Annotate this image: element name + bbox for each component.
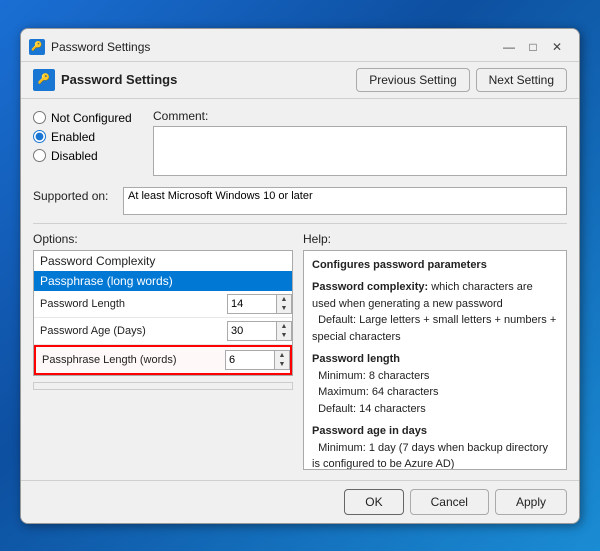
next-setting-button[interactable]: Next Setting: [476, 68, 567, 92]
not-configured-label: Not Configured: [51, 111, 132, 125]
help-age-title: Password age in days: [312, 423, 558, 440]
header-left: 🔑 Password Settings: [33, 69, 177, 91]
not-configured-option[interactable]: Not Configured: [33, 111, 143, 125]
supported-row: Supported on: At least Microsoft Windows…: [33, 187, 567, 215]
options-label: Options:: [33, 232, 293, 246]
password-length-input-wrap: ▲ ▼: [227, 294, 292, 314]
passphrase-length-down[interactable]: ▼: [275, 360, 289, 369]
divider: [33, 223, 567, 224]
help-title: Configures password parameters: [312, 257, 558, 274]
password-age-spinner: ▲ ▼: [277, 321, 292, 341]
minimize-button[interactable]: —: [499, 37, 519, 57]
options-scrollbar[interactable]: [33, 382, 293, 390]
header-buttons: Previous Setting Next Setting: [356, 68, 567, 92]
password-length-down[interactable]: ▼: [277, 304, 291, 313]
close-button[interactable]: ✕: [547, 37, 567, 57]
main-window: 🔑 Password Settings — □ ✕ 🔑 Password Set…: [20, 28, 580, 524]
title-bar-left: 🔑 Password Settings: [29, 39, 150, 55]
password-age-input-wrap: ▲ ▼: [227, 321, 292, 341]
enabled-radio[interactable]: [33, 130, 46, 143]
bottom-section: Options: Password Complexity Passphrase …: [33, 232, 567, 470]
password-age-row: Password Age (Days) ▲ ▼: [34, 318, 292, 345]
disabled-option[interactable]: Disabled: [33, 149, 143, 163]
password-length-up[interactable]: ▲: [277, 295, 291, 304]
help-section-length: Password length Minimum: 8 characters Ma…: [312, 351, 558, 417]
password-age-input[interactable]: [227, 321, 277, 341]
main-content: Not Configured Enabled Disabled Comment:…: [21, 99, 579, 480]
header-title: Password Settings: [61, 72, 177, 87]
window-icon: 🔑: [29, 39, 45, 55]
comment-label: Comment:: [153, 109, 567, 123]
disabled-radio[interactable]: [33, 149, 46, 162]
help-section-age: Password age in days Minimum: 1 day (7 d…: [312, 423, 558, 470]
passphrase-length-input[interactable]: [225, 350, 275, 370]
bottom-bar: OK Cancel Apply: [21, 480, 579, 523]
list-item[interactable]: Password Complexity: [34, 251, 292, 271]
supported-label: Supported on:: [33, 187, 115, 203]
header-icon: 🔑: [33, 69, 55, 91]
title-controls: — □ ✕: [499, 37, 567, 57]
passphrase-length-row: Passphrase Length (words) ▲ ▼: [34, 345, 292, 375]
apply-button[interactable]: Apply: [495, 489, 567, 515]
disabled-label: Disabled: [51, 149, 98, 163]
password-age-label: Password Age (Days): [34, 325, 227, 337]
passphrase-length-label: Passphrase Length (words): [36, 354, 225, 366]
password-length-row: Password Length ▲ ▼: [34, 291, 292, 318]
help-length-title: Password length: [312, 351, 558, 368]
help-label: Help:: [303, 232, 567, 246]
enabled-label: Enabled: [51, 130, 95, 144]
passphrase-length-input-wrap: ▲ ▼: [225, 350, 290, 370]
help-section: Help: Configures password parameters Pas…: [303, 232, 567, 470]
options-list: Password Complexity Passphrase (long wor…: [33, 250, 293, 376]
maximize-button[interactable]: □: [523, 37, 543, 57]
config-state-group: Not Configured Enabled Disabled: [33, 109, 143, 179]
not-configured-radio[interactable]: [33, 111, 46, 124]
password-length-input[interactable]: [227, 294, 277, 314]
header-bar: 🔑 Password Settings Previous Setting Nex…: [21, 62, 579, 99]
top-section: Not Configured Enabled Disabled Comment:: [33, 109, 567, 179]
help-age-text: Minimum: 1 day (7 days when backup direc…: [312, 440, 558, 470]
supported-value: At least Microsoft Windows 10 or later: [123, 187, 567, 215]
password-length-label: Password Length: [34, 298, 227, 310]
passphrase-length-up[interactable]: ▲: [275, 351, 289, 360]
comment-textarea[interactable]: [153, 126, 567, 176]
window-title: Password Settings: [51, 40, 150, 54]
comment-section: Comment:: [153, 109, 567, 179]
password-age-up[interactable]: ▲: [277, 322, 291, 331]
enabled-option[interactable]: Enabled: [33, 130, 143, 144]
help-length-text: Minimum: 8 characters Maximum: 64 charac…: [312, 368, 558, 418]
cancel-button[interactable]: Cancel: [410, 489, 489, 515]
ok-button[interactable]: OK: [344, 489, 403, 515]
help-section-complexity: Password complexity: which characters ar…: [312, 279, 558, 345]
help-complexity-title: Password complexity:: [312, 281, 428, 293]
options-panel: Options: Password Complexity Passphrase …: [33, 232, 293, 470]
help-panel: Configures password parameters Password …: [303, 250, 567, 470]
password-length-spinner: ▲ ▼: [277, 294, 292, 314]
title-bar: 🔑 Password Settings — □ ✕: [21, 29, 579, 62]
previous-setting-button[interactable]: Previous Setting: [356, 68, 469, 92]
passphrase-length-spinner: ▲ ▼: [275, 350, 290, 370]
password-age-down[interactable]: ▼: [277, 331, 291, 340]
list-item[interactable]: Passphrase (long words): [34, 271, 292, 291]
